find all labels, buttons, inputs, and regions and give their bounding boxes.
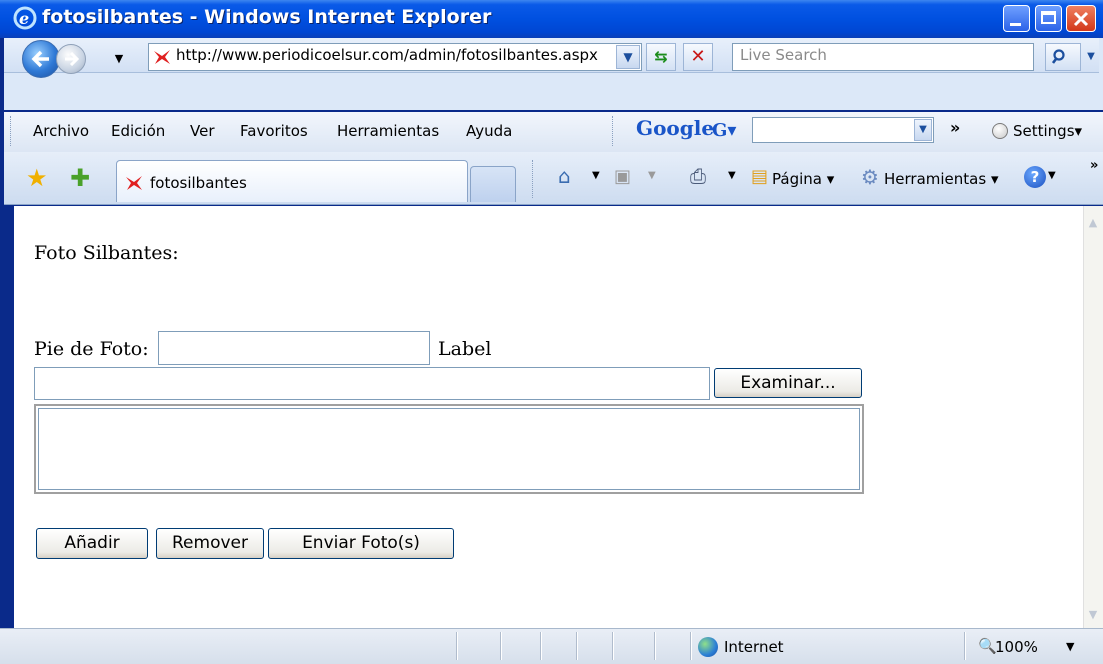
ie-logo-icon: e [13,6,37,30]
minimize-icon [1010,23,1021,26]
status-divider [964,632,966,660]
print-dropdown-icon[interactable]: ▼ [728,170,736,181]
window-title: fotosilbantes - Windows Internet Explore… [42,6,492,28]
help-icon[interactable]: ? [1024,166,1046,188]
status-divider [456,632,458,660]
tools-gear-icon: ⚙ [861,165,879,189]
toolbar-grip[interactable] [612,116,615,146]
tab-favicon-icon [126,176,142,190]
security-zone-label[interactable]: Internet [724,638,784,656]
home-dropdown-icon[interactable]: ▼ [592,170,600,181]
maximize-button[interactable] [1035,5,1062,32]
zoom-dropdown-icon[interactable]: ▼ [1066,640,1074,653]
recent-pages-dropdown[interactable]: ▼ [108,48,130,70]
menu-archivo[interactable]: Archivo [33,122,89,140]
toolbar-grip[interactable] [10,116,13,146]
scroll-up-icon[interactable]: ▲ [1084,216,1102,234]
home-icon[interactable]: ⌂ [558,164,571,188]
search-icon [1051,49,1065,64]
forward-arrow-icon [65,52,79,66]
status-bar [0,628,1103,664]
new-tab-button[interactable] [470,166,516,202]
search-options-dropdown[interactable]: ▼ [1082,43,1100,71]
tools-menu[interactable]: Herramientas ▾ [884,170,998,188]
chevron-more-icon[interactable]: » [950,118,960,137]
browse-button[interactable]: Examinar... [714,368,862,398]
status-divider [690,632,692,660]
zoom-icon: 🔍 [978,637,997,655]
selected-files-list-inner [38,408,860,490]
back-arrow-icon [31,50,49,68]
search-placeholder: Live Search [740,46,827,64]
address-text[interactable]: http://www.periodicoelsur.com/admin/foto… [176,46,616,64]
page-menu[interactable]: Página ▾ [772,170,834,188]
add-button[interactable]: Añadir [36,528,148,559]
back-button[interactable] [22,40,60,78]
toolbar-grip[interactable] [532,160,535,198]
settings-icon[interactable] [992,123,1008,139]
status-divider [540,632,542,660]
stop-icon: ✕ [690,46,706,67]
minimize-button[interactable] [1003,5,1030,32]
search-button[interactable] [1045,43,1081,71]
google-logo: Google [636,116,714,140]
menu-favoritos[interactable]: Favoritos [240,122,308,140]
settings-menu[interactable]: Settings▾ [1013,122,1082,140]
status-divider [612,632,614,660]
refresh-icon: ⇆ [654,47,668,66]
print-icon[interactable]: ⎙ [690,164,706,188]
chevron-overflow-icon[interactable]: » [1090,158,1098,173]
address-dropdown-button[interactable]: ▼ [616,45,640,69]
add-favorite-icon[interactable]: ✚ [70,164,90,192]
vertical-scrollbar[interactable] [1083,206,1103,628]
remove-button[interactable]: Remover [156,528,264,559]
status-divider [576,632,578,660]
refresh-button[interactable]: ⇆ [646,43,676,71]
menu-ver[interactable]: Ver [190,122,215,140]
close-icon [1073,11,1089,27]
zoom-level[interactable]: 100% [995,638,1038,656]
svg-text:e: e [19,9,29,28]
site-favicon-icon [154,50,170,64]
page-icon: ▤ [751,166,769,187]
google-search-dropdown[interactable]: ▼ [914,119,932,141]
status-divider [500,632,502,660]
file-path-input[interactable] [34,367,710,400]
caption-label: Pie de Foto: [34,338,149,360]
google-g-icon: G▾ [712,120,737,141]
forward-button[interactable] [56,44,86,74]
menu-edicion[interactable]: Edición [111,122,165,140]
status-divider [654,632,656,660]
menu-ayuda[interactable]: Ayuda [466,122,512,140]
feeds-dropdown-icon[interactable]: ▼ [648,170,656,181]
google-logo-text: Google [636,116,715,140]
page-heading: Foto Silbantes: [34,242,179,264]
maximize-icon [1041,11,1056,24]
tab-label: fotosilbantes [150,174,247,192]
send-photos-button[interactable]: Enviar Foto(s) [268,528,454,559]
feeds-icon[interactable]: ▣ [614,166,631,187]
stop-button[interactable]: ✕ [683,43,713,71]
internet-zone-icon [698,637,718,657]
scroll-down-icon[interactable]: ▼ [1084,608,1102,626]
favorites-star-icon[interactable]: ★ [26,164,48,192]
google-search-input[interactable] [752,117,934,143]
menu-herramientas[interactable]: Herramientas [337,122,439,140]
status-label: Label [438,338,492,360]
menu-bar [4,112,1103,153]
close-button[interactable] [1066,5,1096,32]
caption-input[interactable] [158,331,430,365]
google-search-button[interactable]: G▾ [712,119,750,143]
help-dropdown-icon[interactable]: ▼ [1048,170,1056,181]
